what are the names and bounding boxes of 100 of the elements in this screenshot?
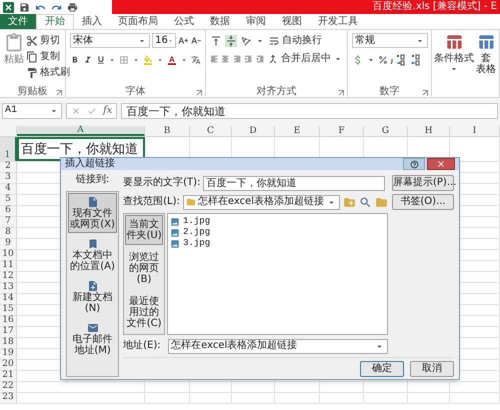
row-header[interactable]: 23	[0, 393, 17, 403]
cut-button[interactable]: 剪切	[26, 33, 70, 49]
percent-icon[interactable]	[378, 55, 388, 65]
ribbon-tab[interactable]: 数据	[202, 14, 238, 29]
file-item[interactable]: 1.jpg	[170, 216, 385, 227]
column-header[interactable]: B	[145, 126, 190, 136]
row-header[interactable]: 9	[0, 239, 17, 249]
column-header[interactable]: E	[275, 126, 320, 136]
format-painter-button[interactable]: 格式刷	[26, 65, 70, 81]
screentip-button[interactable]: 屏幕提示(P)...	[392, 175, 454, 191]
ok-button[interactable]: 确定	[360, 361, 404, 377]
column-header[interactable]: I	[450, 126, 500, 136]
column-header[interactable]: C	[190, 126, 232, 136]
ribbon-tab[interactable]: 文件	[0, 14, 36, 29]
bookmark-button[interactable]: 书签(O)...	[392, 194, 454, 210]
source-button[interactable]: 浏览过的网页(B)	[125, 248, 164, 289]
link-type-button[interactable]: 现有文件或网页(X)	[68, 193, 118, 233]
align-left-icon[interactable]	[210, 53, 218, 65]
ribbon-tab[interactable]: 开始	[36, 14, 74, 29]
ribbon-tab[interactable]: 页面布局	[110, 14, 166, 29]
row-header[interactable]: 3	[0, 173, 17, 183]
row-header[interactable]: 4	[0, 184, 17, 194]
row-header[interactable]: 19	[0, 349, 17, 359]
row-header[interactable]: 11	[0, 261, 17, 271]
top-align-icon[interactable]	[210, 35, 222, 47]
ribbon-tab[interactable]: 公式	[166, 14, 202, 29]
decrease-font-size-icon[interactable]	[190, 35, 201, 46]
row-header[interactable]: 8	[0, 228, 17, 238]
row-header[interactable]: 18	[0, 338, 17, 348]
merge-center-button[interactable]: 合并后居中	[267, 51, 344, 67]
number-format-select[interactable]: 常规	[352, 33, 428, 48]
row-header[interactable]: 22	[0, 382, 17, 392]
increase-font-size-icon[interactable]	[178, 35, 189, 46]
row-header[interactable]: 13	[0, 283, 17, 293]
column-header[interactable]: H	[408, 126, 450, 136]
row-header[interactable]: 10	[0, 250, 17, 260]
copy-button[interactable]: 复制	[26, 49, 70, 65]
font-color-icon[interactable]	[167, 54, 178, 66]
insert-function-button[interactable]: fx	[103, 106, 112, 116]
row-header[interactable]: 7	[0, 217, 17, 227]
ribbon-tab[interactable]: 插入	[74, 14, 110, 29]
link-type-button[interactable]: 新建文档(N)	[68, 277, 118, 317]
close-button[interactable]	[427, 158, 455, 170]
phonetic-icon[interactable]	[191, 54, 202, 66]
row-header[interactable]: 21	[0, 371, 17, 381]
link-type-button[interactable]: 本文档中的位置(A)	[68, 235, 118, 275]
source-button[interactable]: 最近使用过的文件(C)	[125, 292, 164, 333]
name-box[interactable]: A1	[2, 103, 62, 119]
column-header[interactable]: G	[364, 126, 408, 136]
row-header[interactable]: 1	[0, 137, 17, 161]
wrap-text-button[interactable]: 自动换行	[268, 33, 322, 49]
row-header[interactable]: 14	[0, 294, 17, 304]
save-icon[interactable]	[19, 2, 30, 12]
search-icon[interactable]	[359, 196, 372, 208]
row-header[interactable]: 16	[0, 316, 17, 326]
column-header[interactable]: D	[232, 126, 275, 136]
row-header[interactable]: 20	[0, 360, 17, 370]
increase-indent-icon[interactable]	[256, 53, 264, 65]
align-right-icon[interactable]	[232, 53, 242, 65]
font-size-select[interactable]: 16	[152, 33, 176, 48]
conditional-formatting-button[interactable]: 条件格式	[434, 33, 474, 75]
row-header[interactable]: 17	[0, 327, 17, 337]
orientation-icon[interactable]	[240, 35, 252, 47]
paste-button[interactable]: 粘贴	[4, 33, 24, 81]
format-as-table-label[interactable]: 表格	[476, 65, 496, 75]
file-item[interactable]: 3.jpg	[170, 238, 385, 249]
help-button[interactable]	[403, 158, 425, 170]
ribbon-tab[interactable]: 视图	[274, 14, 310, 29]
fill-color-icon[interactable]	[143, 54, 154, 66]
look-in-select[interactable]: 怎样在excel表格添加超链接	[182, 194, 340, 210]
ribbon-tab[interactable]: 审阅	[238, 14, 274, 29]
column-header[interactable]: F	[320, 126, 364, 136]
ribbon-tab[interactable]: 开发工具	[310, 14, 366, 29]
dialog-launcher-icon[interactable]	[338, 90, 344, 96]
cancel-button[interactable]: 取消	[410, 361, 454, 377]
column-header[interactable]: A	[17, 126, 145, 136]
row-header[interactable]: 15	[0, 305, 17, 315]
link-type-button[interactable]: 电子邮件地址(M)	[68, 319, 118, 359]
format-as-table-label[interactable]: 套	[481, 54, 491, 64]
underline-icon[interactable]	[96, 54, 106, 66]
row-header[interactable]: 12	[0, 272, 17, 282]
row-header[interactable]: 2	[0, 162, 17, 172]
borders-icon[interactable]	[119, 54, 130, 66]
display-text-field[interactable]: 百度一下，你就知道	[203, 176, 385, 190]
middle-align-icon[interactable]	[225, 35, 237, 47]
file-item[interactable]: 2.jpg	[170, 227, 385, 238]
dialog-launcher-icon[interactable]	[196, 90, 202, 96]
source-button[interactable]: 当前文件夹(U)	[125, 215, 164, 245]
font-name-select[interactable]: 宋体	[70, 33, 150, 48]
print-preview-icon[interactable]	[67, 2, 78, 12]
formula-field[interactable]: 百度一下，你就知道	[121, 103, 498, 119]
decrease-indent-icon[interactable]	[244, 53, 253, 65]
comma-icon[interactable]	[390, 56, 394, 64]
row-header[interactable]: 5	[0, 195, 17, 205]
address-field[interactable]: 怎样在excel表格添加超链接	[168, 338, 388, 354]
dialog-launcher-icon[interactable]	[422, 90, 428, 96]
row-header[interactable]: 6	[0, 206, 17, 216]
align-center-icon[interactable]	[221, 53, 230, 65]
table-icon[interactable]	[477, 33, 495, 51]
dialog-launcher-icon[interactable]	[56, 90, 62, 96]
